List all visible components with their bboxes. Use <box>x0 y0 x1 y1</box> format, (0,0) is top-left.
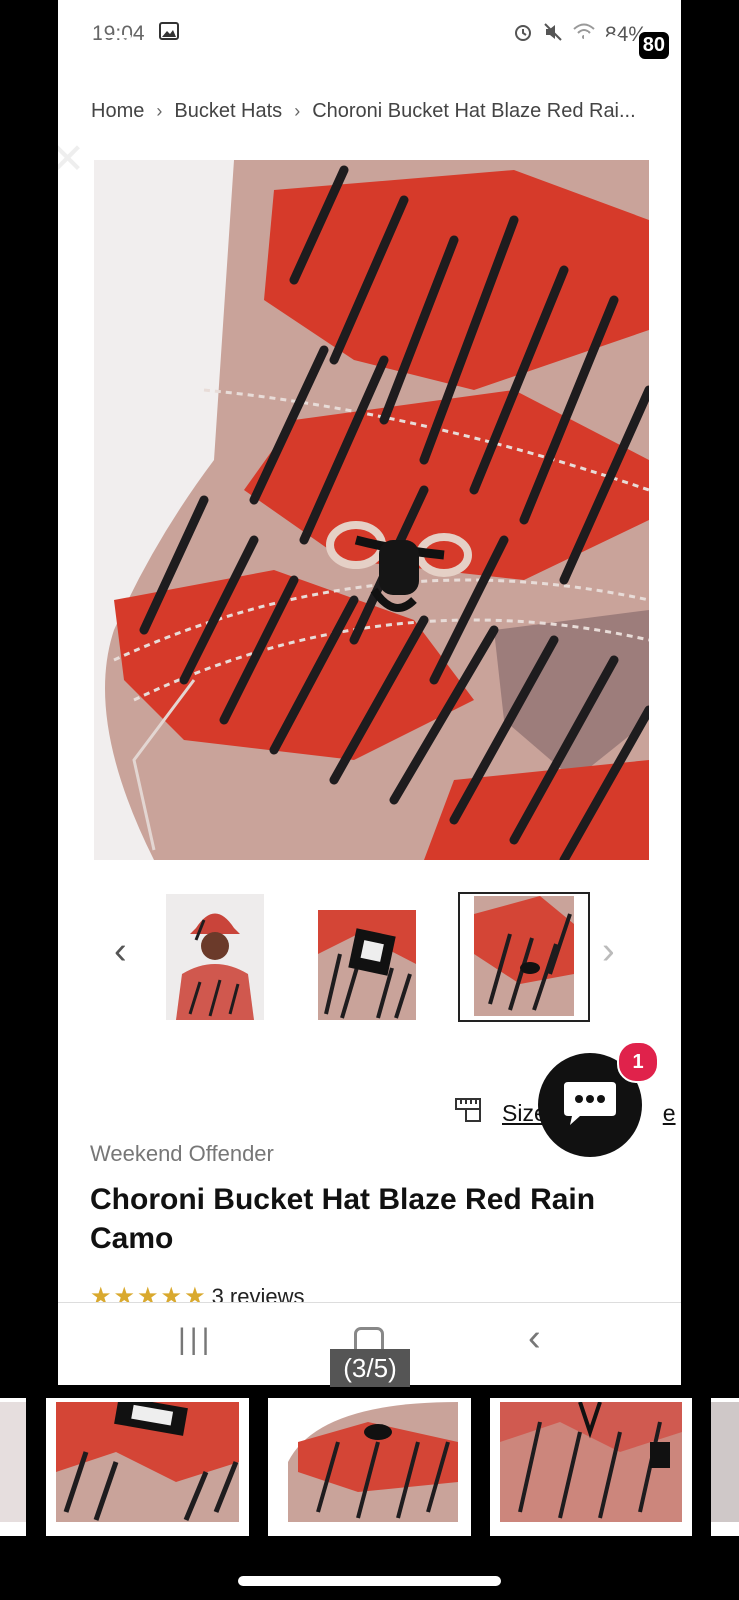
filmstrip-frame-0[interactable] <box>0 1398 26 1536</box>
thumbnail-3-selected[interactable] <box>458 892 590 1022</box>
close-icon[interactable]: ✕ <box>58 138 85 180</box>
recent-apps-icon[interactable]: ||| <box>178 1323 213 1357</box>
mute-icon <box>543 22 563 48</box>
filmstrip-frame-3[interactable] <box>490 1398 692 1536</box>
chevron-right-icon: › <box>294 101 301 121</box>
thumbnail-2[interactable] <box>318 894 416 1020</box>
battery-indicator: 80 <box>636 30 671 61</box>
product-main-image[interactable] <box>94 160 649 860</box>
thumbnail-1[interactable] <box>166 894 264 1020</box>
image-icon <box>158 22 179 46</box>
next-image-arrow[interactable]: › <box>602 930 615 973</box>
status-time: 09:57 <box>58 30 133 62</box>
screenshot-frame: 19:04 84% Home › Bucket Hats › Choroni B… <box>58 0 681 1385</box>
breadcrumb: Home › Bucket Hats › Choroni Bucket Hat … <box>91 100 636 123</box>
product-title: Choroni Bucket Hat Blaze Red Rain Camo <box>90 1183 596 1255</box>
wifi-icon <box>599 32 627 59</box>
filmstrip-frame-1[interactable] <box>46 1398 249 1536</box>
chevron-right-icon: › <box>156 101 163 121</box>
ruler-icon <box>454 1097 484 1129</box>
filmstrip-frame-2[interactable] <box>268 1398 471 1536</box>
breadcrumb-home[interactable]: Home <box>91 100 144 123</box>
hat-camo-illustration <box>94 160 649 860</box>
alarm-icon <box>513 22 533 48</box>
signal-icon <box>562 32 589 59</box>
home-indicator[interactable] <box>238 1576 501 1586</box>
product-brand[interactable]: Weekend Offender <box>90 1141 274 1167</box>
gallery-counter: (3/5) <box>330 1349 410 1387</box>
filmstrip-frame-4[interactable] <box>711 1398 739 1536</box>
breadcrumb-category[interactable]: Bucket Hats <box>174 100 282 123</box>
breadcrumb-current: Choroni Bucket Hat Blaze Red Rai... <box>312 100 636 122</box>
back-icon[interactable]: ‹ <box>528 1317 541 1360</box>
chat-badge: 1 <box>617 1041 659 1083</box>
status-icons: 80 <box>562 30 671 61</box>
size-guide-label-end: e <box>662 1099 676 1126</box>
chat-icon <box>562 1078 618 1133</box>
prev-image-arrow[interactable]: ‹ <box>114 930 127 973</box>
